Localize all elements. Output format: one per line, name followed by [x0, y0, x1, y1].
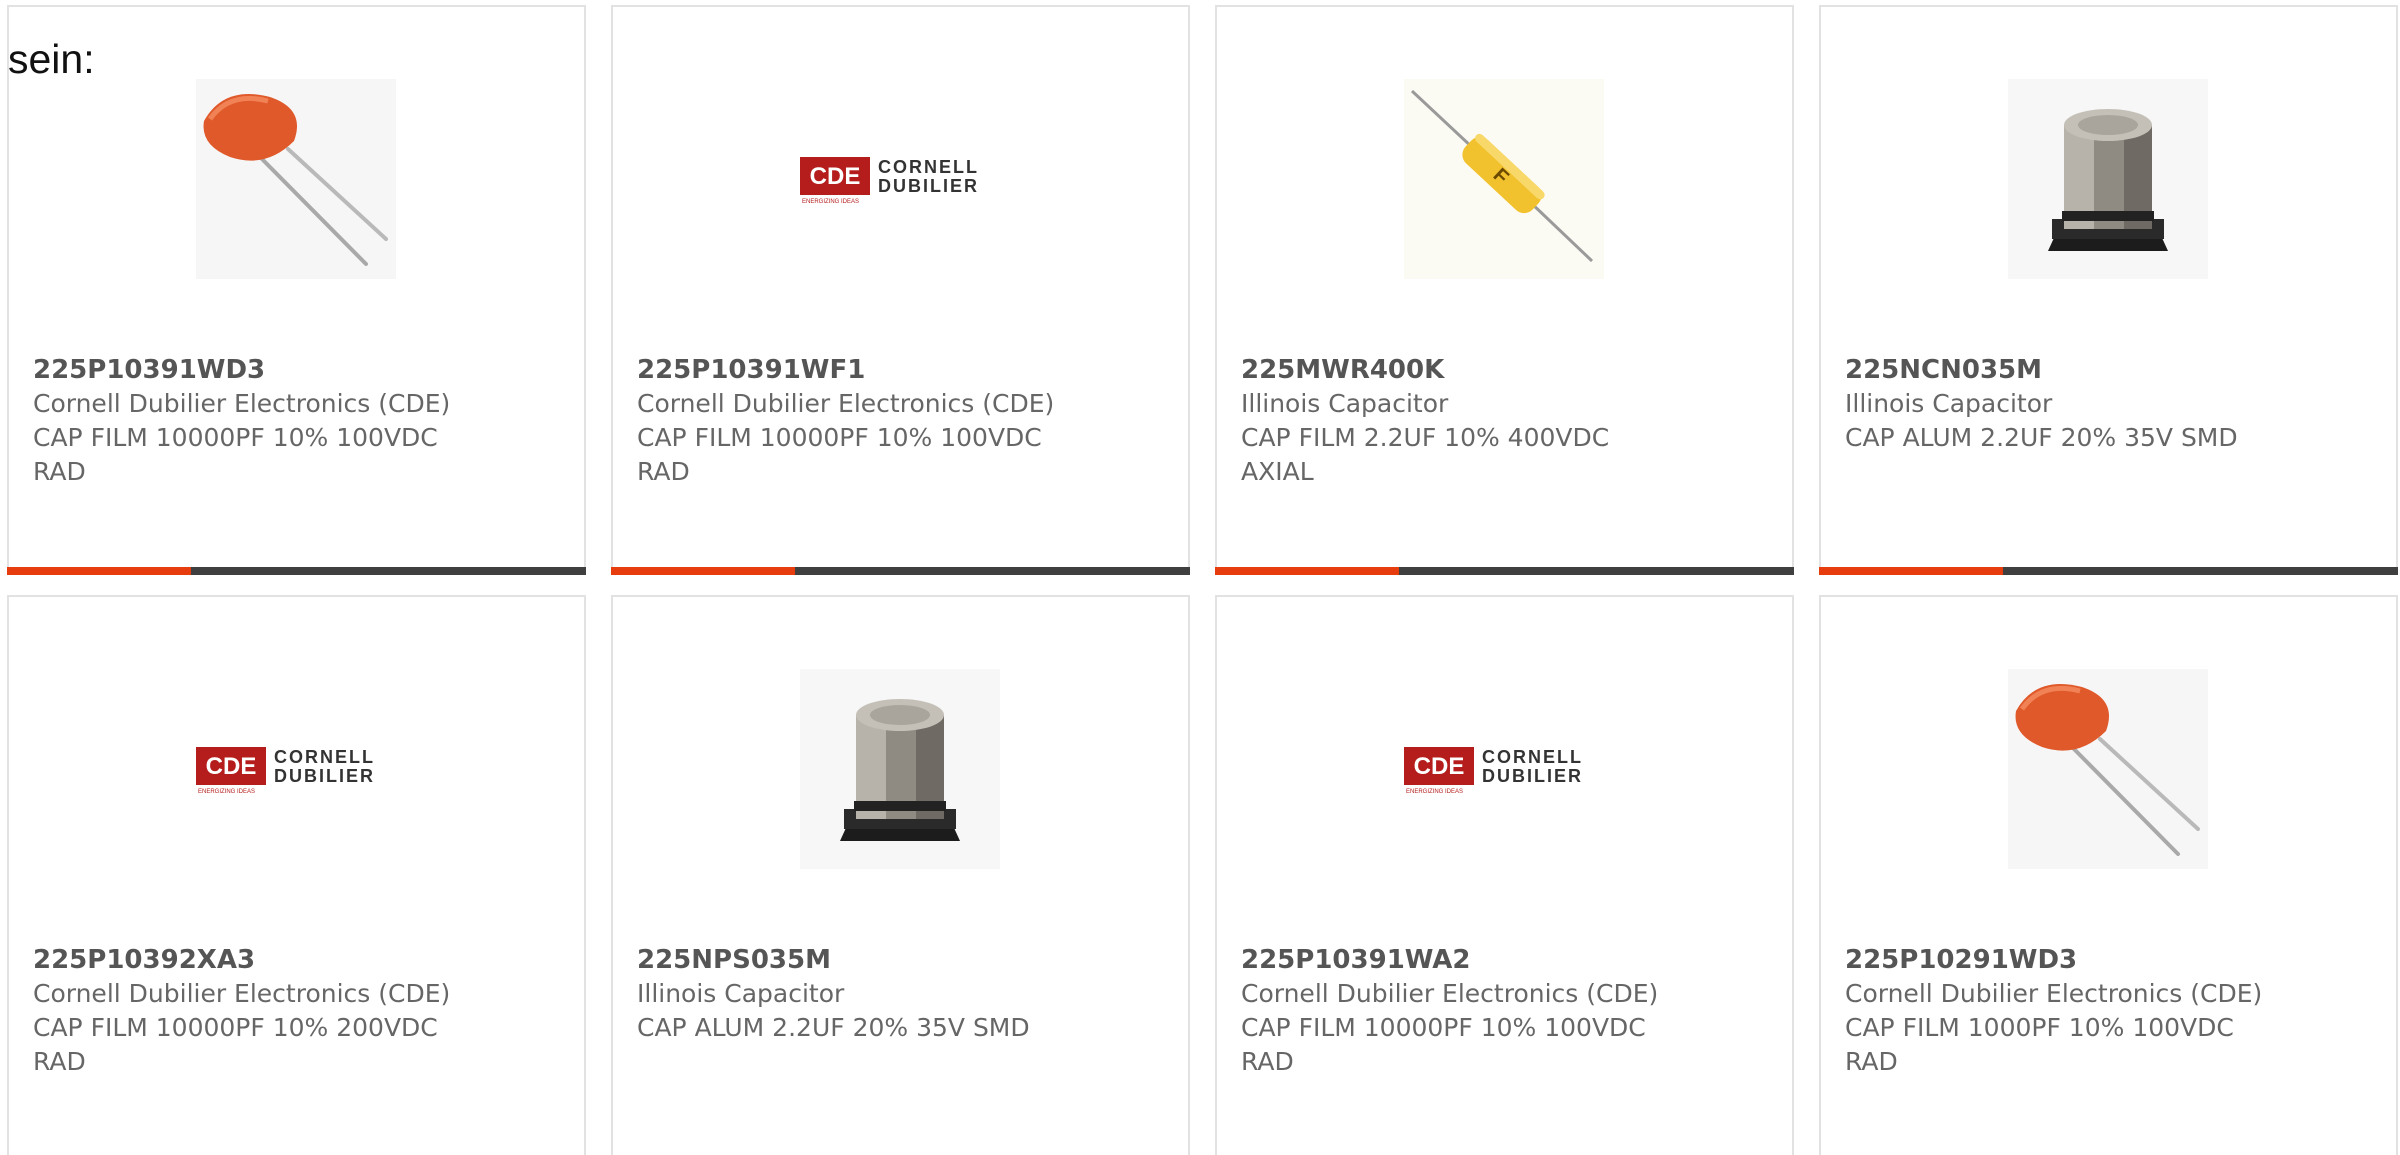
- orange-film-capacitor-icon: [196, 79, 396, 279]
- product-info: 225NCN035M Illinois Capacitor CAP ALUM 2…: [1845, 353, 2372, 455]
- logo-line2: DUBILIER: [878, 176, 979, 196]
- part-number-link[interactable]: 225P10391WA2: [1241, 943, 1768, 977]
- product-card[interactable]: 225P10391WD3 Cornell Dubilier Electronic…: [7, 5, 586, 575]
- cde-logo: CDE CORNELL DUBILIER ENERGIZING IDEAS: [800, 157, 979, 205]
- product-image[interactable]: CDE CORNELL DUBILIER ENERGIZING IDEAS: [1404, 669, 1604, 869]
- product-card[interactable]: 225P10291WD3 Cornell Dubilier Electronic…: [1819, 595, 2398, 1155]
- part-number-link[interactable]: 225P10391WD3: [33, 353, 560, 387]
- product-info: 225MWR400K Illinois Capacitor CAP FILM 2…: [1241, 353, 1768, 489]
- logo-tagline: ENERGIZING IDEAS: [1406, 789, 1463, 795]
- product-info: 225P10391WF1 Cornell Dubilier Electronic…: [637, 353, 1164, 489]
- description: CAP FILM 10000PF 10% 100VDC RAD: [1241, 1013, 1646, 1076]
- description: CAP FILM 1000PF 10% 100VDC RAD: [1845, 1013, 2234, 1076]
- product-image[interactable]: [196, 79, 396, 279]
- product-info: 225P10392XA3 Cornell Dubilier Electronic…: [33, 943, 560, 1079]
- manufacturer: Cornell Dubilier Electronics (CDE): [1845, 979, 2263, 1008]
- intro-text: sein:: [8, 36, 95, 82]
- product-card[interactable]: 225NCN035M Illinois Capacitor CAP ALUM 2…: [1819, 5, 2398, 575]
- part-number-link[interactable]: 225P10291WD3: [1845, 943, 2372, 977]
- description: CAP ALUM 2.2UF 20% 35V SMD: [637, 1013, 1030, 1042]
- product-info: 225P10391WD3 Cornell Dubilier Electronic…: [33, 353, 560, 489]
- card-accent-bar: [1819, 567, 2398, 575]
- product-image[interactable]: F: [1404, 79, 1604, 279]
- manufacturer: Illinois Capacitor: [1241, 389, 1449, 418]
- product-card[interactable]: 225NPS035M Illinois Capacitor CAP ALUM 2…: [611, 595, 1190, 1155]
- logo-mark: CDE: [206, 753, 257, 780]
- logo-line1: CORNELL: [878, 157, 979, 177]
- product-card[interactable]: CDE CORNELL DUBILIER ENERGIZING IDEAS 22…: [1215, 595, 1794, 1155]
- manufacturer: Cornell Dubilier Electronics (CDE): [33, 389, 451, 418]
- product-card[interactable]: CDE CORNELL DUBILIER ENERGIZING IDEAS 22…: [7, 595, 586, 1155]
- smd-aluminum-capacitor-icon: [2008, 79, 2208, 279]
- manufacturer: Cornell Dubilier Electronics (CDE): [1241, 979, 1659, 1008]
- manufacturer: Cornell Dubilier Electronics (CDE): [637, 389, 1055, 418]
- logo-tagline: ENERGIZING IDEAS: [802, 199, 859, 205]
- product-card[interactable]: F 225MWR400K Illinois Capacitor CAP FILM…: [1215, 5, 1794, 575]
- description: CAP ALUM 2.2UF 20% 35V SMD: [1845, 423, 2238, 452]
- orange-film-capacitor-icon: [2008, 669, 2208, 869]
- card-accent-bar: [7, 567, 586, 575]
- axial-film-capacitor-icon: F: [1404, 79, 1604, 279]
- logo-mark: CDE: [1414, 753, 1465, 780]
- product-image[interactable]: CDE CORNELL DUBILIER ENERGIZING IDEAS: [800, 79, 1000, 279]
- logo-line2: DUBILIER: [274, 766, 375, 786]
- product-card[interactable]: CDE CORNELL DUBILIER ENERGIZING IDEAS 22…: [611, 5, 1190, 575]
- manufacturer: Illinois Capacitor: [1845, 389, 2053, 418]
- product-info: 225NPS035M Illinois Capacitor CAP ALUM 2…: [637, 943, 1164, 1045]
- cde-logo: CDE CORNELL DUBILIER ENERGIZING IDEAS: [196, 747, 375, 795]
- card-accent-bar: [611, 567, 1190, 575]
- product-grid: 225P10391WD3 Cornell Dubilier Electronic…: [7, 5, 2398, 1155]
- logo-line1: CORNELL: [274, 747, 375, 767]
- manufacturer: Illinois Capacitor: [637, 979, 845, 1008]
- part-number-link[interactable]: 225P10392XA3: [33, 943, 560, 977]
- manufacturer: Cornell Dubilier Electronics (CDE): [33, 979, 451, 1008]
- part-number-link[interactable]: 225NPS035M: [637, 943, 1164, 977]
- product-info: 225P10291WD3 Cornell Dubilier Electronic…: [1845, 943, 2372, 1079]
- smd-aluminum-capacitor-icon: [800, 669, 1000, 869]
- description: CAP FILM 10000PF 10% 100VDC RAD: [637, 423, 1042, 486]
- description: CAP FILM 10000PF 10% 200VDC RAD: [33, 1013, 438, 1076]
- logo-line1: CORNELL: [1482, 747, 1583, 767]
- product-info: 225P10391WA2 Cornell Dubilier Electronic…: [1241, 943, 1768, 1079]
- logo-line2: DUBILIER: [1482, 766, 1583, 786]
- part-number-link[interactable]: 225MWR400K: [1241, 353, 1768, 387]
- card-accent-bar: [1215, 567, 1794, 575]
- logo-mark: CDE: [810, 163, 861, 190]
- product-image[interactable]: [2008, 669, 2208, 869]
- product-image[interactable]: [2008, 79, 2208, 279]
- part-number-link[interactable]: 225NCN035M: [1845, 353, 2372, 387]
- logo-tagline: ENERGIZING IDEAS: [198, 789, 255, 795]
- description: CAP FILM 2.2UF 10% 400VDC AXIAL: [1241, 423, 1610, 486]
- description: CAP FILM 10000PF 10% 100VDC RAD: [33, 423, 438, 486]
- product-image[interactable]: [800, 669, 1000, 869]
- part-number-link[interactable]: 225P10391WF1: [637, 353, 1164, 387]
- cde-logo: CDE CORNELL DUBILIER ENERGIZING IDEAS: [1404, 747, 1583, 795]
- product-image[interactable]: CDE CORNELL DUBILIER ENERGIZING IDEAS: [196, 669, 396, 869]
